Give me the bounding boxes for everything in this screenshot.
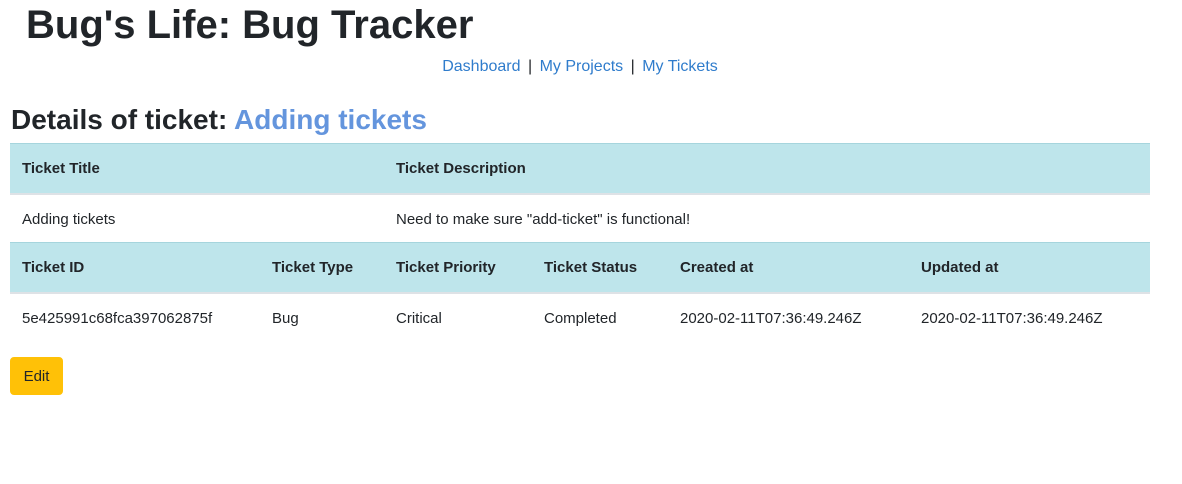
table-row: 5e425991c68fca397062875f Bug Critical Co… [10,293,1150,343]
cell-created-at: 2020-02-11T07:36:49.246Z [668,293,909,343]
column-header-ticket-title: Ticket Title [10,143,384,195]
details-heading-prefix: Details of ticket: [11,104,228,135]
table-header-row: Ticket Title Ticket Description [10,143,1150,195]
app-title: Bug's Life: Bug Tracker [26,3,474,47]
column-header-ticket-status: Ticket Status [532,242,668,294]
column-header-updated-at: Updated at [909,242,1150,294]
nav-separator: | [630,58,635,75]
cell-ticket-type: Bug [260,293,384,343]
cell-ticket-id: 5e425991c68fca397062875f [10,293,260,343]
cell-ticket-status: Completed [532,293,668,343]
nav-link-my-tickets[interactable]: My Tickets [642,58,718,75]
column-header-created-at: Created at [668,242,909,294]
nav-link-dashboard[interactable]: Dashboard [442,58,520,75]
cell-ticket-priority: Critical [384,293,532,343]
ticket-summary-table: Ticket Title Ticket Description Adding t… [10,143,1150,244]
column-header-ticket-priority: Ticket Priority [384,242,532,294]
table-header-row: Ticket ID Ticket Type Ticket Priority Ti… [10,242,1150,294]
nav-link-my-projects[interactable]: My Projects [540,58,624,75]
ticket-info-table: Ticket ID Ticket Type Ticket Priority Ti… [10,242,1150,343]
cell-ticket-description: Need to make sure "add-ticket" is functi… [384,194,1150,244]
nav-separator: | [527,58,533,75]
column-header-ticket-type: Ticket Type [260,242,384,294]
column-header-ticket-description: Ticket Description [384,143,1150,195]
cell-ticket-title: Adding tickets [10,194,384,244]
ticket-title-link[interactable]: Adding tickets [234,104,427,135]
table-row: Adding tickets Need to make sure "add-ti… [10,194,1150,244]
details-heading: Details of ticket: Adding tickets [11,102,427,138]
edit-button[interactable]: Edit [10,357,63,395]
top-nav: Dashboard | My Projects | My Tickets [0,56,1160,78]
cell-updated-at: 2020-02-11T07:36:49.246Z [909,293,1150,343]
column-header-ticket-id: Ticket ID [10,242,260,294]
